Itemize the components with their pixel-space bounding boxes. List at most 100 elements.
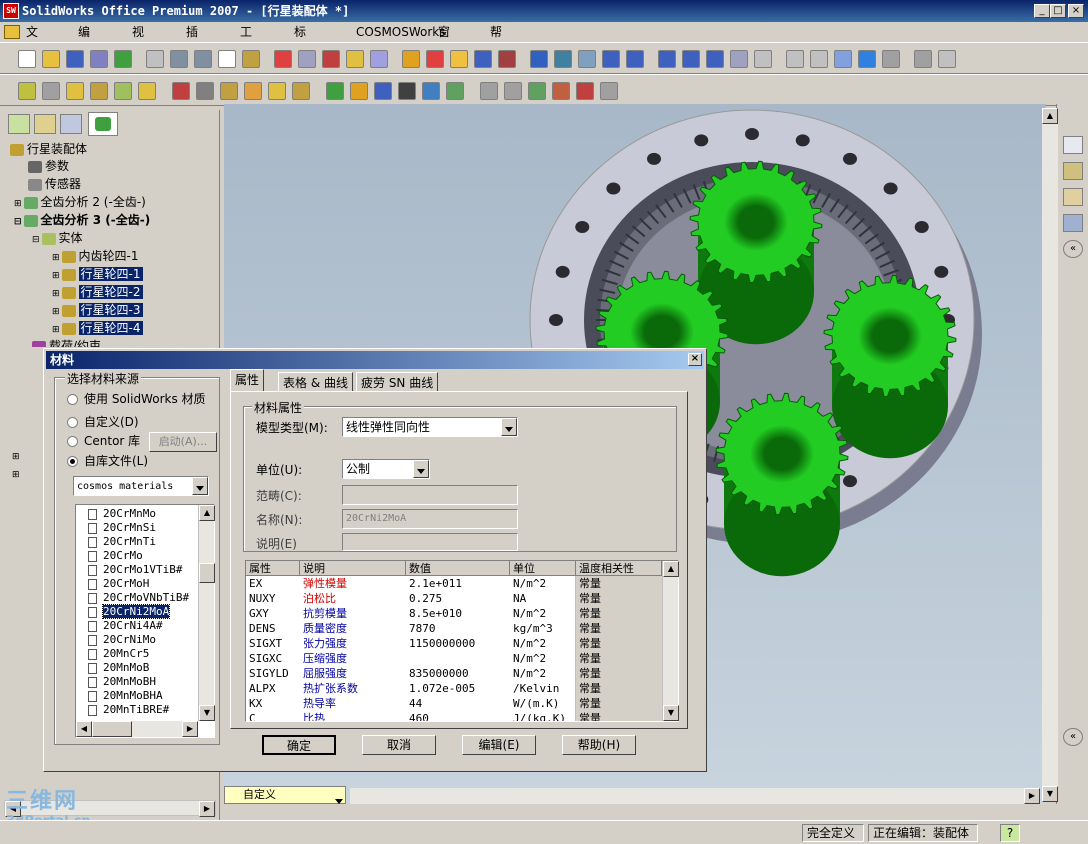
toolbar-button-icon[interactable] — [576, 82, 594, 100]
table-cell[interactable]: EX — [246, 576, 300, 591]
tree-item-params[interactable]: 参数 — [28, 157, 69, 175]
configuration-tab[interactable] — [60, 114, 82, 134]
toolbar-button-icon[interactable] — [810, 50, 828, 68]
radio-solidworks[interactable]: 使用 SolidWorks 材质 — [67, 390, 206, 407]
material-list-item[interactable]: 20MnMoBHA — [88, 689, 163, 703]
toolbar-button-icon[interactable] — [938, 50, 956, 68]
table-cell[interactable]: 质量密度 — [300, 621, 406, 636]
toolbar-button-icon[interactable] — [480, 82, 498, 100]
toolbar-button-icon[interactable] — [350, 82, 368, 100]
cosmos-tab[interactable] — [88, 112, 118, 136]
toolbar-button-icon[interactable] — [682, 50, 700, 68]
toolbar-button-icon[interactable] — [422, 82, 440, 100]
toolbar-button-icon[interactable] — [914, 50, 932, 68]
toolbar-button-icon[interactable] — [578, 50, 596, 68]
maximize-button[interactable]: □ — [1050, 4, 1066, 18]
material-list-hscroll[interactable]: ◀ ▶ — [76, 721, 198, 737]
tab-fatigue-sn[interactable]: 疲劳 SN 曲线 — [356, 372, 439, 392]
toolbar-button-icon[interactable] — [170, 50, 188, 68]
table-cell[interactable]: DENS — [246, 621, 300, 636]
toolbar-button-icon[interactable] — [196, 82, 214, 100]
table-cell[interactable]: 常量 — [576, 666, 662, 681]
table-cell[interactable]: 2.1e+011 — [406, 576, 510, 591]
toolbar-button-icon[interactable] — [530, 50, 548, 68]
table-cell[interactable]: GXY — [246, 606, 300, 621]
toolbar-button-icon[interactable] — [882, 50, 900, 68]
explorer-icon[interactable] — [1063, 188, 1083, 206]
material-list-item[interactable]: 20CrNiMo — [88, 633, 156, 647]
property-tab[interactable] — [34, 114, 56, 134]
table-cell[interactable]: 抗剪模量 — [300, 606, 406, 621]
scroll-thumb[interactable] — [199, 563, 215, 583]
help-button[interactable]: 帮助(H) — [562, 735, 636, 755]
toolbar-button-icon[interactable] — [858, 50, 876, 68]
dialog-close-button[interactable]: × — [688, 353, 702, 366]
table-cell[interactable]: 常量 — [576, 651, 662, 666]
toolbar-button-icon[interactable] — [114, 50, 132, 68]
table-cell[interactable] — [406, 651, 510, 666]
library-icon[interactable] — [1063, 162, 1083, 180]
table-header[interactable]: 温度相关性 — [576, 561, 662, 576]
table-cell[interactable]: N/m^2 — [510, 576, 576, 591]
tab-table-curve[interactable]: 表格 & 曲线 — [278, 372, 353, 392]
tree-item-planet-4[interactable]: ⊞ 行星轮四-4 — [52, 319, 143, 337]
table-cell[interactable]: 压缩强度 — [300, 651, 406, 666]
table-cell[interactable]: 1150000000 — [406, 636, 510, 651]
table-cell[interactable]: ALPX — [246, 681, 300, 696]
toolbar-button-icon[interactable] — [474, 50, 492, 68]
tree-item-solids[interactable]: ⊟ 实体 — [32, 229, 83, 247]
toolbar-button-icon[interactable] — [504, 82, 522, 100]
material-list-item[interactable]: 20CrNi4A# — [88, 619, 163, 633]
table-header[interactable]: 数值 — [406, 561, 510, 576]
tree-item-ring-gear[interactable]: ⊞ 内齿轮四-1 — [52, 247, 139, 265]
close-button[interactable]: × — [1068, 4, 1084, 18]
table-cell[interactable]: W/(m.K) — [510, 696, 576, 711]
table-cell[interactable]: 常量 — [576, 696, 662, 711]
table-cell[interactable]: 热导率 — [300, 696, 406, 711]
toolbar-button-icon[interactable] — [600, 82, 618, 100]
table-cell[interactable]: 460 — [406, 711, 510, 721]
toolbar-button-icon[interactable] — [298, 50, 316, 68]
material-list-vscroll[interactable]: ▲ ▼ — [198, 505, 215, 721]
material-list[interactable]: 20CrMnMo 20CrMnSi 20CrMnTi 20CrMo 20CrMo1VTi… — [75, 504, 215, 738]
toolbar-button-icon[interactable] — [18, 82, 36, 100]
minimize-button[interactable]: _ — [1034, 4, 1050, 18]
view-vscroll[interactable]: ▲ ▼ — [1042, 108, 1058, 802]
collapse-icon[interactable]: « — [1063, 240, 1083, 258]
toolbar-button-icon[interactable] — [172, 82, 190, 100]
unit-select[interactable]: 公制 — [342, 459, 430, 479]
toolbar-button-icon[interactable] — [146, 50, 164, 68]
table-header[interactable]: 单位 — [510, 561, 576, 576]
menu-item[interactable]: COSMOSWorks — [356, 22, 446, 42]
radio-custom[interactable]: 自定义(D) — [67, 413, 139, 430]
toolbar-button-icon[interactable] — [528, 82, 546, 100]
table-header[interactable]: 说明 — [300, 561, 406, 576]
toolbar-button-icon[interactable] — [114, 82, 132, 100]
material-list-item[interactable]: 20CrMo1VTiB# — [88, 563, 182, 577]
tree-expander[interactable]: ⊞ — [12, 466, 20, 484]
table-cell[interactable]: 热扩张系数 — [300, 681, 406, 696]
toolbar-button-icon[interactable] — [138, 82, 156, 100]
table-cell[interactable]: N/m^2 — [510, 636, 576, 651]
table-cell[interactable]: 常量 — [576, 621, 662, 636]
material-list-item[interactable]: 20MnTiBRE# — [88, 703, 169, 717]
tree-item-planet-2[interactable]: ⊞ 行星轮四-2 — [52, 283, 143, 301]
toolbar-button-icon[interactable] — [426, 50, 444, 68]
table-cell[interactable]: 比热 — [300, 711, 406, 721]
material-list-item[interactable]: 20MnCr5 — [88, 647, 149, 661]
property-table[interactable]: 属性 说明 数值 单位 温度相关性 EX 弹性模量 2.1e+011 N/m^2 常量 NUXY 泊松… — [245, 560, 679, 722]
tree-item-loads[interactable]: 载荷/约束 — [32, 337, 101, 347]
material-list-item[interactable]: 20CrMo — [88, 549, 143, 563]
toolbar-button-icon[interactable] — [402, 50, 420, 68]
material-list-item[interactable]: 20CrMnTi — [88, 535, 156, 549]
toolbar-button-icon[interactable] — [450, 50, 468, 68]
table-cell[interactable]: 0.275 — [406, 591, 510, 606]
toolbar-button-icon[interactable] — [292, 82, 310, 100]
toolbar-button-icon[interactable] — [834, 50, 852, 68]
table-cell[interactable]: 1.072e-005 — [406, 681, 510, 696]
toolbar-button-icon[interactable] — [786, 50, 804, 68]
table-cell[interactable]: 泊松比 — [300, 591, 406, 606]
table-cell[interactable]: 常量 — [576, 576, 662, 591]
table-cell[interactable]: 常量 — [576, 591, 662, 606]
table-cell[interactable]: /Kelvin — [510, 681, 576, 696]
